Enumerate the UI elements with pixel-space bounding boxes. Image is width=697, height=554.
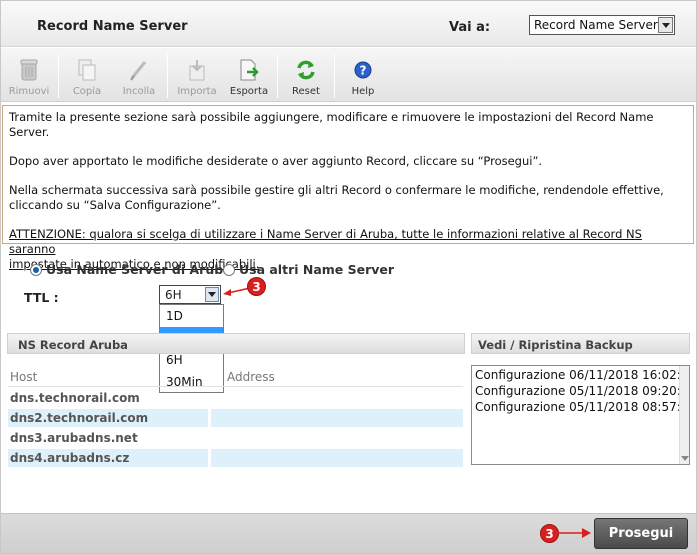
header-bar: Record Name Server Vai a: Record Name Se… bbox=[1, 1, 696, 47]
info-paragraph-3a: Nella schermata successiva sarà possibil… bbox=[9, 183, 664, 197]
backup-item[interactable]: Configurazione 05/11/2018 09:20:29 bbox=[472, 382, 689, 398]
radio-unselected-icon[interactable] bbox=[223, 263, 235, 276]
paste-icon bbox=[130, 61, 147, 81]
col-host: Host bbox=[10, 370, 38, 384]
help-icon: ? bbox=[354, 61, 372, 79]
proceed-button[interactable]: Prosegui bbox=[594, 518, 688, 549]
trash-icon bbox=[20, 59, 38, 81]
remove-label: Rimuovi bbox=[8, 86, 50, 97]
help-button[interactable]: ? Help bbox=[341, 48, 385, 102]
address-cell bbox=[211, 389, 463, 407]
radio-selected-icon[interactable] bbox=[30, 263, 42, 276]
ttl-select-value: 6H bbox=[165, 288, 182, 302]
host-cell: dns.technorail.com bbox=[10, 391, 140, 405]
chevron-down-icon[interactable] bbox=[205, 287, 219, 302]
callout-arrow-icon bbox=[223, 287, 250, 296]
address-cell bbox=[211, 409, 463, 427]
reset-button[interactable]: Reset bbox=[284, 48, 328, 102]
reset-icon bbox=[297, 60, 315, 80]
col-address: Address bbox=[227, 370, 275, 384]
import-icon bbox=[189, 60, 205, 81]
ttl-select[interactable]: 6H bbox=[159, 285, 221, 304]
backup-title: Vedi / Ripristina Backup bbox=[471, 333, 690, 354]
host-cell: dns4.arubadns.cz bbox=[8, 449, 208, 467]
info-paragraph-1: Tramite la presente sezione sarà possibi… bbox=[9, 110, 654, 139]
radio-aruba-label: Usa Name Server di Aruba bbox=[46, 262, 232, 277]
help-label: Help bbox=[351, 86, 375, 97]
copy-button[interactable]: Copia bbox=[65, 48, 109, 102]
address-cell bbox=[211, 449, 463, 467]
address-cell bbox=[211, 429, 463, 447]
paste-button[interactable]: Incolla bbox=[117, 48, 161, 102]
info-paragraph-3: Nella schermata successiva sarà possibil… bbox=[9, 183, 687, 213]
backup-item[interactable]: Configurazione 05/11/2018 08:57:47 bbox=[472, 398, 689, 414]
step-badge-proceed: 3 bbox=[540, 524, 559, 543]
copy-label: Copia bbox=[72, 86, 102, 97]
export-icon bbox=[240, 59, 259, 81]
remove-button[interactable]: Rimuovi bbox=[7, 48, 51, 102]
goto-select-value: Record Name Server bbox=[534, 18, 658, 32]
page-title: Record Name Server bbox=[37, 19, 188, 34]
toolbar: Rimuovi Copia Incolla Importa Esporta Re… bbox=[1, 48, 696, 102]
reset-label: Reset bbox=[292, 86, 320, 97]
radio-other-ns[interactable]: Usa altri Name Server bbox=[223, 262, 394, 277]
export-button[interactable]: Esporta bbox=[226, 48, 272, 102]
radio-aruba-ns[interactable]: Usa Name Server di Aruba bbox=[30, 262, 232, 277]
import-label: Importa bbox=[177, 86, 217, 97]
goto-label: Vai a: bbox=[449, 20, 491, 35]
host-cell: dns2.technorail.com bbox=[8, 409, 208, 427]
svg-text:?: ? bbox=[360, 64, 367, 78]
backup-list[interactable]: Configurazione 06/11/2018 16:02:55 Confi… bbox=[471, 365, 690, 465]
scroll-down-icon[interactable] bbox=[681, 456, 689, 461]
info-warning-a: ATTENZIONE: qualora si scelga di utilizz… bbox=[9, 227, 642, 256]
chevron-down-icon[interactable] bbox=[658, 17, 673, 33]
info-paragraph-3b: cliccando su “Salva Configurazione”. bbox=[9, 198, 221, 212]
ttl-label: TTL : bbox=[24, 290, 59, 305]
import-button[interactable]: Importa bbox=[174, 48, 220, 102]
ns-table-title: NS Record Aruba bbox=[7, 333, 465, 354]
info-box: Tramite la presente sezione sarà possibi… bbox=[2, 105, 694, 271]
callout-arrow-icon bbox=[558, 528, 591, 538]
export-label: Esporta bbox=[229, 86, 269, 97]
goto-select[interactable]: Record Name Server bbox=[529, 15, 675, 35]
host-cell: dns3.arubadns.net bbox=[10, 431, 138, 445]
copy-icon bbox=[78, 59, 96, 81]
paste-label: Incolla bbox=[122, 86, 156, 97]
ttl-option-1d[interactable]: 1D bbox=[160, 305, 223, 327]
step-badge-ttl: 3 bbox=[247, 277, 266, 296]
backup-scrollbar[interactable] bbox=[679, 366, 689, 464]
radio-other-label: Usa altri Name Server bbox=[239, 262, 395, 277]
info-paragraph-2: Dopo aver apportato le modifiche desider… bbox=[9, 154, 543, 168]
backup-item[interactable]: Configurazione 06/11/2018 16:02:55 bbox=[472, 366, 689, 382]
